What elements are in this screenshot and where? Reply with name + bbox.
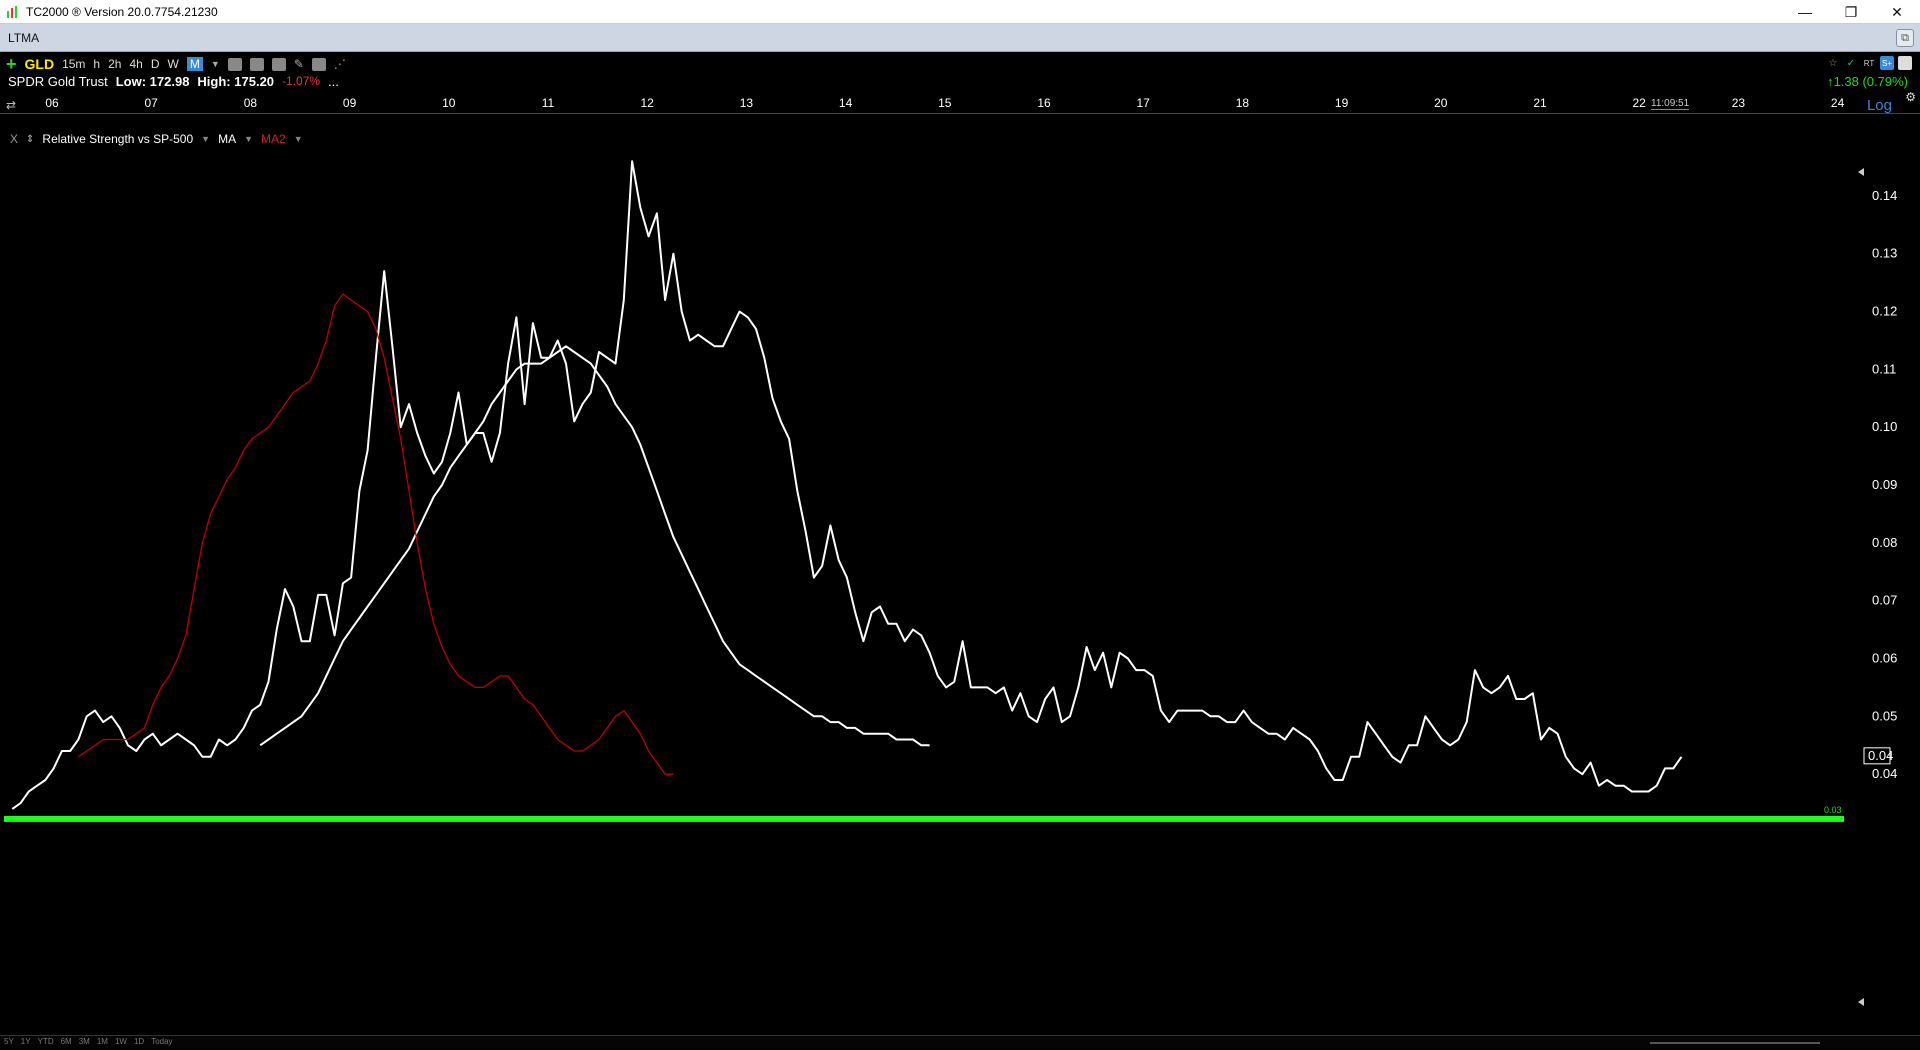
series-line-rs bbox=[11, 160, 1683, 810]
y-tick-0.11: 0.11 bbox=[1872, 361, 1896, 376]
window-controls: — ❐ ✕ bbox=[1782, 0, 1920, 24]
chart-scrollbar[interactable] bbox=[1650, 1042, 1820, 1044]
layout-tab-bar: LTMA ⧉ bbox=[0, 24, 1920, 52]
chart-window[interactable]: + GLD 15m h 2h 4h D W M ▼ ✎ ⋰ SPDR Gold … bbox=[0, 52, 1920, 1050]
period-bar: 5Y 1Y YTD 6M 3M 1M 1W 1D Today bbox=[0, 1035, 1920, 1049]
close-button[interactable]: ✕ bbox=[1874, 0, 1920, 24]
tab-ltma[interactable]: LTMA bbox=[8, 31, 39, 45]
minimize-button[interactable]: — bbox=[1782, 0, 1828, 24]
y-tick-0.04: 0.04 bbox=[1872, 766, 1897, 781]
series-line-ma bbox=[259, 345, 930, 747]
window-title: TC2000 ® Version 20.0.7754.21230 bbox=[26, 4, 218, 19]
restore-window-icon[interactable]: ⧉ bbox=[1896, 29, 1914, 47]
y-tick-0.08: 0.08 bbox=[1872, 535, 1897, 550]
current-value-label: 0.04 bbox=[1868, 748, 1893, 763]
period-1y[interactable]: 1Y bbox=[21, 1037, 31, 1046]
window-titlebar: TC2000 ® Version 20.0.7754.21230 — ❐ ✕ bbox=[0, 0, 1920, 24]
y-tick-0.14: 0.14 bbox=[1872, 188, 1897, 203]
y-tick-0.06: 0.06 bbox=[1872, 651, 1897, 666]
support-line bbox=[4, 815, 1844, 822]
y-tick-0.10: 0.10 bbox=[1872, 419, 1897, 434]
period-5y[interactable]: 5Y bbox=[4, 1037, 14, 1046]
period-3m[interactable]: 3M bbox=[79, 1037, 90, 1046]
period-1d[interactable]: 1D bbox=[134, 1037, 144, 1046]
app-logo-icon bbox=[7, 5, 17, 18]
y-tick-0.07: 0.07 bbox=[1872, 593, 1897, 608]
period-1w[interactable]: 1W bbox=[115, 1037, 127, 1046]
y-tick-0.05: 0.05 bbox=[1872, 708, 1897, 723]
period-1m[interactable]: 1M bbox=[97, 1037, 108, 1046]
maximize-button[interactable]: ❐ bbox=[1828, 0, 1874, 24]
y-tick-0.09: 0.09 bbox=[1872, 477, 1897, 492]
period-today[interactable]: Today bbox=[151, 1037, 172, 1046]
top-scroll-marker bbox=[1858, 168, 1864, 176]
bottom-scroll-marker bbox=[1858, 998, 1864, 1006]
y-tick-0.13: 0.13 bbox=[1872, 246, 1897, 261]
support-label: 0.03 bbox=[1824, 805, 1842, 815]
period-ytd[interactable]: YTD bbox=[38, 1037, 54, 1046]
relative-strength-chart[interactable]: 0.14 0.13 0.12 0.11 0.10 0.09 0.08 0.07 0.06 0.05… bbox=[0, 52, 1920, 1037]
period-6m[interactable]: 6M bbox=[61, 1037, 72, 1046]
y-tick-0.12: 0.12 bbox=[1872, 304, 1897, 319]
